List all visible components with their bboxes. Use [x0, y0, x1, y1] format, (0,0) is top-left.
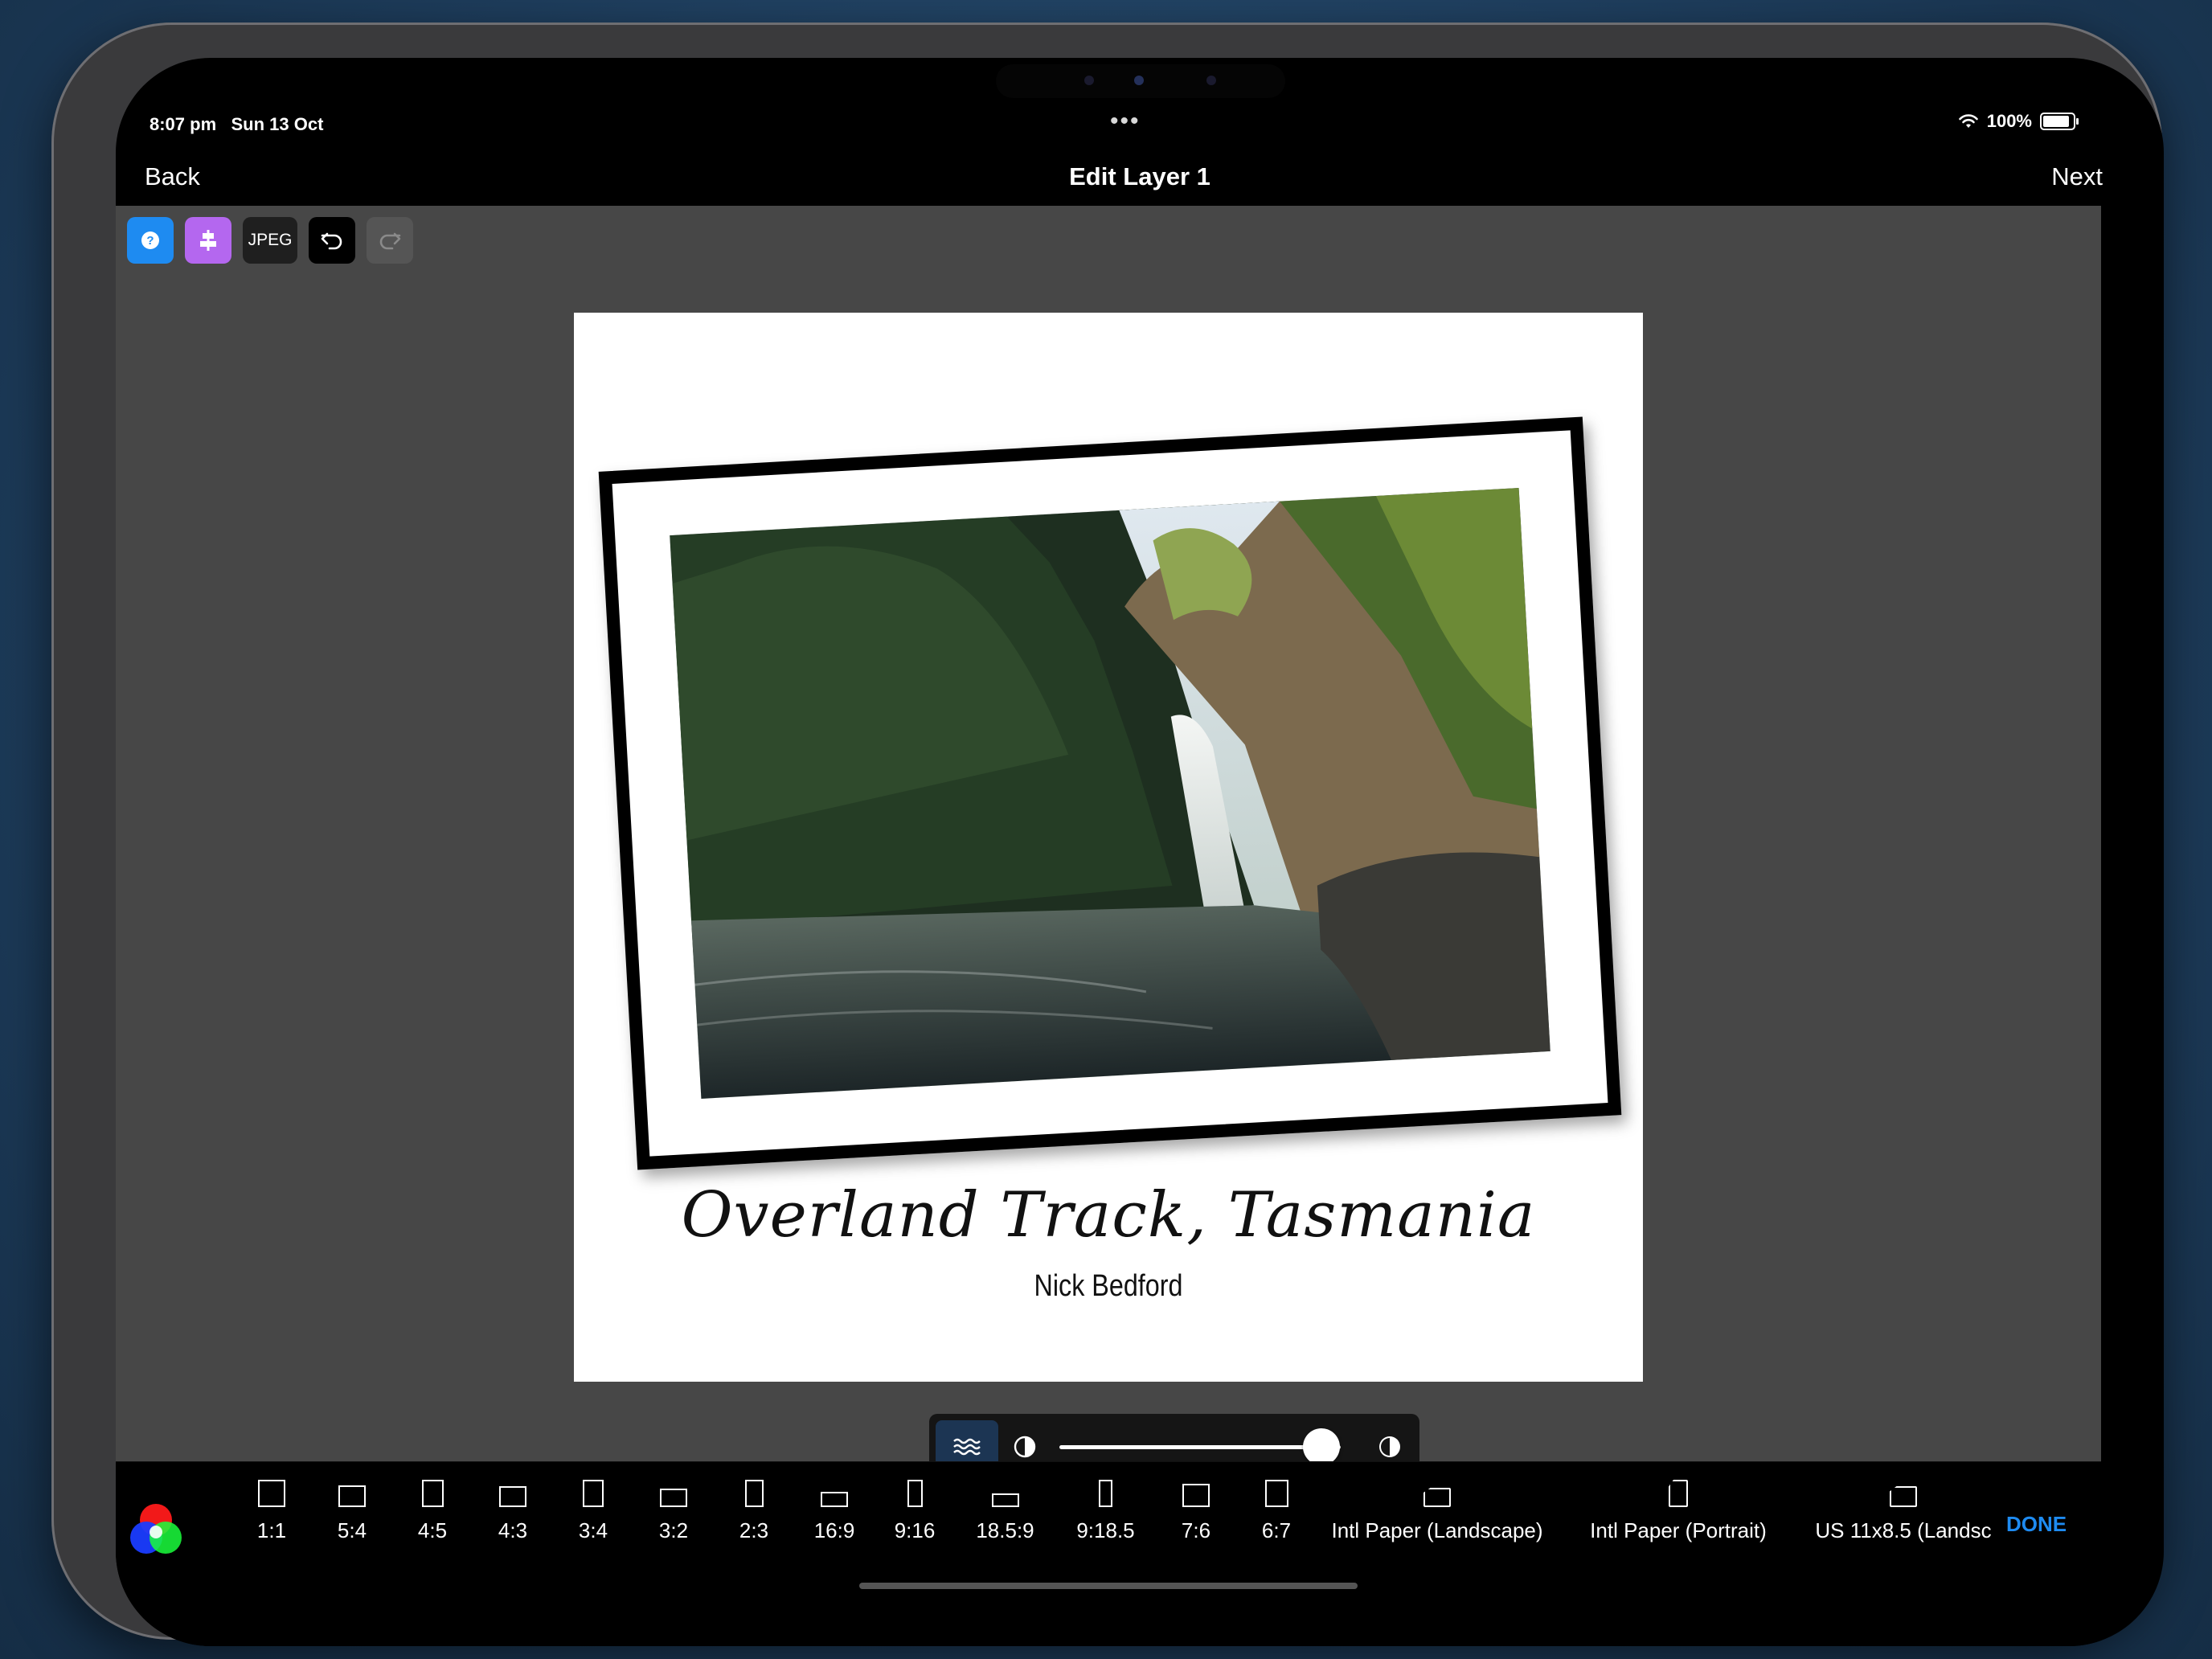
aspect-ratio-label: 9:18.5 [1076, 1518, 1135, 1542]
aspect-ratio-list: 1:1 5:4 4:5 4:3 3:4 3:2 2:3 16:9 9:16 18.5:9 9:18.… [231, 1480, 2008, 1543]
byline-text[interactable]: Nick Bedford [654, 1269, 1563, 1304]
redo-icon [379, 232, 401, 250]
aspect-ratio-icon [907, 1480, 923, 1507]
help-button[interactable]: ? [127, 217, 174, 264]
aspect-ratio-option[interactable]: 3:2 [633, 1489, 714, 1543]
aspect-ratio-label: 4:3 [498, 1518, 528, 1542]
battery-percent: 100% [1986, 111, 2032, 131]
aspect-ratio-icon [1099, 1480, 1112, 1507]
aspect-ratio-option[interactable]: 5:4 [312, 1485, 392, 1543]
aspect-ratio-option[interactable]: 9:16 [875, 1480, 955, 1543]
aspect-ratio-icon [1182, 1484, 1210, 1507]
aspect-ratio-icon [821, 1492, 848, 1507]
aspect-ratio-icon [338, 1485, 366, 1507]
aspect-ratio-label: 3:4 [578, 1518, 608, 1542]
home-indicator[interactable] [859, 1583, 1358, 1589]
ipad-device: 8:07 pm Sun 13 Oct ••• 100% Back Edit La… [51, 23, 2164, 1646]
aspect-ratio-label: Intl Paper (Portrait) [1590, 1518, 1767, 1542]
done-button[interactable]: DONE [2006, 1512, 2067, 1537]
aspect-ratio-option[interactable]: 7:6 [1156, 1484, 1236, 1543]
question-icon: ? [141, 231, 159, 249]
status-bar: 8:07 pm Sun 13 Oct ••• 100% [116, 58, 2164, 134]
paper-icon [1669, 1480, 1688, 1507]
status-date: Sun 13 Oct [231, 114, 324, 134]
aspect-ratio-option[interactable]: 3:4 [553, 1480, 633, 1543]
battery-fill [2043, 116, 2069, 127]
slider-track[interactable] [1059, 1445, 1341, 1449]
paper-icon [1423, 1488, 1451, 1507]
aspect-ratio-option[interactable]: 4:5 [392, 1480, 473, 1543]
color-picker-icon[interactable] [127, 1501, 185, 1559]
slider-thumb[interactable] [1302, 1428, 1340, 1465]
aspect-ratio-option[interactable]: 18.5:9 [955, 1493, 1055, 1543]
screen: 8:07 pm Sun 13 Oct ••• 100% Back Edit La… [116, 58, 2164, 1646]
aspect-ratio-option[interactable]: 4:3 [473, 1486, 553, 1543]
aspect-ratio-bar: 1:1 5:4 4:5 4:3 3:4 3:2 2:3 16:9 9:16 18.5:9 9:18.… [116, 1461, 2101, 1646]
aspect-ratio-icon [660, 1489, 687, 1507]
aspect-ratio-option[interactable]: 9:18.5 [1055, 1480, 1156, 1543]
aspect-ratio-label: Intl Paper (Landscape) [1331, 1518, 1543, 1542]
multitasking-dots-icon[interactable]: ••• [1110, 108, 1141, 135]
aspect-ratio-icon [744, 1480, 764, 1507]
aspect-ratio-label: US 11x8.5 (Landsc [1815, 1518, 1992, 1542]
next-button[interactable]: Next [2051, 162, 2103, 191]
aspect-ratio-icon [1264, 1480, 1288, 1507]
photo-frame[interactable] [598, 416, 1622, 1170]
status-right: 100% [1958, 111, 2079, 132]
aspect-ratio-option[interactable]: 6:7 [1236, 1480, 1317, 1543]
aspect-ratio-icon [499, 1486, 526, 1507]
layer-canvas[interactable]: Overland Track, Tasmania Nick Bedford [574, 313, 1643, 1382]
aspect-ratio-label: 1:1 [256, 1518, 287, 1542]
contrast-high-icon [1379, 1436, 1400, 1457]
contrast-low-icon [1014, 1436, 1036, 1458]
navigation-bar: Back Edit Layer 1 Next [116, 154, 2164, 212]
editor-workspace[interactable]: ? JPEG Overland Track, Tasmania Nick Bed… [116, 206, 2101, 1480]
aspect-ratio-label: 4:5 [417, 1518, 448, 1542]
status-time-date: 8:07 pm Sun 13 Oct [150, 114, 323, 135]
aspect-ratio-option[interactable]: 1:1 [231, 1480, 312, 1543]
aspect-ratio-icon [991, 1493, 1019, 1507]
aspect-ratio-icon [583, 1480, 604, 1507]
aspect-ratio-label: 3:2 [658, 1518, 689, 1542]
aspect-ratio-option[interactable]: 16:9 [794, 1492, 875, 1543]
aspect-ratio-option[interactable]: Intl Paper (Landscape) [1317, 1488, 1558, 1543]
aspect-ratio-label: 9:16 [894, 1518, 936, 1542]
aspect-ratio-label: 6:7 [1261, 1518, 1292, 1542]
align-button[interactable] [185, 217, 231, 264]
svg-text:?: ? [146, 234, 154, 248]
aspect-ratio-option[interactable]: 2:3 [714, 1480, 794, 1543]
aspect-ratio-label: 16:9 [813, 1518, 855, 1542]
aspect-ratio-label: 7:6 [1181, 1518, 1211, 1542]
undo-icon [321, 232, 342, 250]
waterfall-image [670, 488, 1550, 1099]
aspect-ratio-icon [258, 1480, 285, 1507]
status-time: 8:07 pm [150, 114, 217, 134]
aspect-ratio-option[interactable]: US 11x8.5 (Landsc [1799, 1486, 2008, 1543]
align-center-icon [200, 230, 216, 251]
aspect-ratio-label: 2:3 [739, 1518, 769, 1542]
aspect-ratio-icon [421, 1480, 444, 1507]
aspect-ratio-option[interactable]: Intl Paper (Portrait) [1558, 1480, 1799, 1543]
waterfall-photo[interactable] [670, 488, 1550, 1099]
aspect-ratio-label: 18.5:9 [976, 1518, 1034, 1542]
redo-button[interactable] [367, 217, 413, 264]
jpeg-format-button[interactable]: JPEG [243, 217, 297, 264]
undo-button[interactable] [309, 217, 355, 264]
waves-icon [953, 1438, 981, 1456]
caption-text[interactable]: Overland Track, Tasmania [574, 1179, 1643, 1251]
paper-icon [1890, 1486, 1917, 1507]
page-title: Edit Layer 1 [1069, 162, 1210, 190]
wifi-icon [1958, 114, 1978, 128]
battery-icon [2040, 113, 2079, 130]
aspect-ratio-label: 5:4 [337, 1518, 367, 1542]
editor-toolbar: ? JPEG [127, 217, 413, 264]
